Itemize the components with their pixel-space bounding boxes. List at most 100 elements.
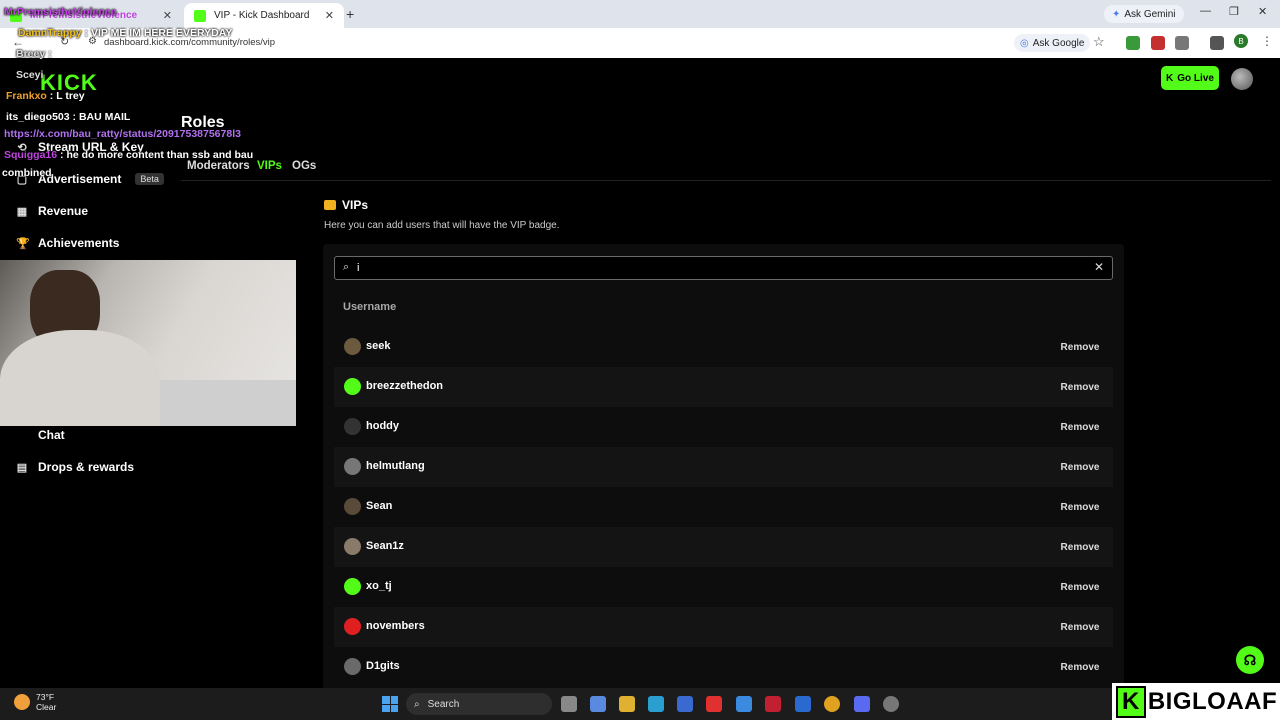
mcafee-icon[interactable] [765, 696, 781, 712]
vip-row: D1gits Remove [334, 647, 1113, 687]
file-explorer-icon[interactable] [619, 696, 635, 712]
close-window-icon[interactable]: ✕ [1258, 5, 1267, 18]
browser-menu-icon[interactable]: ⋮ [1261, 34, 1273, 48]
username-column-header: Username [343, 301, 397, 313]
ask-gemini-button[interactable]: ✦ Ask Gemini [1104, 5, 1184, 23]
sidebar-item-chat[interactable]: Chat [16, 428, 65, 442]
gift-icon: ▤ [16, 461, 28, 474]
vip-username: xo_tj [366, 580, 392, 592]
remove-vip-button[interactable]: Remove [1055, 377, 1105, 397]
windows-taskbar: 73°F Clear ⌕ Search [0, 688, 1112, 720]
remove-vip-button[interactable]: Remove [1055, 457, 1105, 477]
remove-vip-button[interactable]: Remove [1055, 577, 1105, 597]
taskbar-search[interactable]: ⌕ Search [406, 693, 552, 715]
vip-username: Sean [366, 500, 393, 512]
search-icon: ⌕ [343, 261, 350, 273]
close-tab-icon[interactable]: ✕ [163, 9, 172, 22]
webcam-person-body [0, 330, 160, 426]
chat-text: : L trey [49, 90, 85, 102]
ask-google-button[interactable]: ◎ Ask Google [1014, 34, 1091, 52]
vip-username: novembers [366, 620, 425, 632]
sidebar-item-revenue[interactable]: ▦ Revenue [16, 204, 88, 218]
user-avatar [344, 658, 361, 675]
extension-icon[interactable] [1126, 36, 1140, 50]
discord-icon[interactable] [854, 696, 870, 712]
media-icon[interactable] [1210, 36, 1224, 50]
kick-k-icon: K [1166, 72, 1174, 84]
browser-tab-active[interactable]: VIP - Kick Dashboard ✕ [184, 3, 344, 28]
chat-message: combined [2, 167, 52, 179]
help-icon[interactable] [736, 696, 752, 712]
tab-vips[interactable]: VIPs [257, 160, 282, 172]
task-view-icon[interactable] [561, 696, 577, 712]
user-avatar [344, 538, 361, 555]
user-avatar [344, 378, 361, 395]
windows-start-icon[interactable] [382, 696, 398, 712]
chat-username: MrPremsistheViolence [4, 6, 117, 18]
maximize-window-icon[interactable]: ❐ [1229, 5, 1239, 18]
minimize-window-icon[interactable]: — [1200, 5, 1211, 17]
chat-username: its_diego503 [6, 111, 70, 123]
user-avatar [344, 578, 361, 595]
profile-avatar[interactable]: B [1234, 34, 1248, 48]
vip-username: D1gits [366, 660, 400, 672]
weather-sun-icon [14, 694, 30, 710]
weather-widget[interactable]: 73°F Clear [14, 692, 56, 712]
chat-text: : VIP ME IM HERE EVERYDAY [84, 27, 233, 39]
close-tab-icon[interactable]: ✕ [325, 9, 334, 22]
vip-row: seek Remove [334, 327, 1113, 367]
trophy-icon: 🏆 [16, 237, 30, 250]
search-input[interactable]: ⌕ i ✕ [334, 256, 1113, 280]
chat-message: Squigga16 : he do more content than ssb … [4, 149, 253, 161]
remove-vip-button[interactable]: Remove [1055, 617, 1105, 637]
app-icon[interactable] [706, 696, 722, 712]
vip-row: xo_tj Remove [334, 567, 1113, 607]
beta-badge: Beta [135, 173, 164, 185]
outlook-icon[interactable] [795, 696, 811, 712]
copilot-icon[interactable] [590, 696, 606, 712]
chrome-icon[interactable] [824, 696, 840, 712]
sidebar-item-label: Revenue [38, 204, 89, 218]
sidebar-item-drops-rewards[interactable]: ▤ Drops & rewards [16, 460, 134, 474]
bookmark-star-icon[interactable]: ☆ [1093, 34, 1105, 50]
new-tab-button[interactable]: + [346, 6, 354, 22]
streamer-watermark: K BIGLOAAF [1112, 683, 1280, 720]
remove-vip-button[interactable]: Remove [1055, 657, 1105, 677]
extension-icon[interactable] [1151, 36, 1165, 50]
tab-ogs[interactable]: OGs [292, 160, 316, 172]
ask-gemini-label: Ask Gemini [1124, 8, 1176, 20]
store-icon[interactable] [677, 696, 693, 712]
kick-favicon-icon [194, 9, 206, 22]
remove-vip-button[interactable]: Remove [1055, 337, 1105, 357]
search-icon: ⌕ [414, 698, 420, 710]
gemini-icon: ✦ [1112, 8, 1121, 20]
remove-vip-button[interactable]: Remove [1055, 497, 1105, 517]
chat-username: https://x.com/bau_ratty/status/209175387… [4, 128, 241, 140]
tab-moderators[interactable]: Moderators [187, 160, 250, 172]
google-lens-icon: ◎ [1020, 37, 1029, 49]
support-chat-button[interactable]: ☊ [1236, 646, 1264, 674]
ask-google-label: Ask Google [1032, 37, 1085, 49]
clear-search-icon[interactable]: ✕ [1094, 260, 1104, 274]
sidebar-item-label: Drops & rewards [38, 460, 135, 474]
remove-vip-button[interactable]: Remove [1055, 537, 1105, 557]
chat-message: Breey : [16, 48, 52, 60]
vip-row: hoddy Remove [334, 407, 1113, 447]
chat-message: its_diego503 : BAU MAIL [6, 111, 130, 123]
vips-heading: VIPs [324, 198, 368, 212]
remove-vip-button[interactable]: Remove [1055, 417, 1105, 437]
chat-message: DamnTrappy : VIP ME IM HERE EVERYDAY [18, 27, 232, 39]
edge-icon[interactable] [648, 696, 664, 712]
chat-username: DamnTrappy [18, 27, 82, 39]
vip-row: helmutlang Remove [334, 447, 1113, 487]
sidebar-item-achievements[interactable]: 🏆 Achievements [16, 236, 119, 250]
obs-icon[interactable] [883, 696, 899, 712]
extensions-puzzle-icon[interactable] [1175, 36, 1189, 50]
sidebar-item-label: Achievements [38, 236, 120, 250]
headset-icon: ☊ [1243, 651, 1257, 668]
user-avatar[interactable] [1231, 68, 1253, 90]
tab-divider [181, 180, 1271, 181]
go-live-button[interactable]: K Go Live [1161, 66, 1219, 90]
chat-message: https://x.com/bau_ratty/status/209175387… [4, 128, 241, 140]
chat-message: Sceyi [16, 69, 43, 81]
